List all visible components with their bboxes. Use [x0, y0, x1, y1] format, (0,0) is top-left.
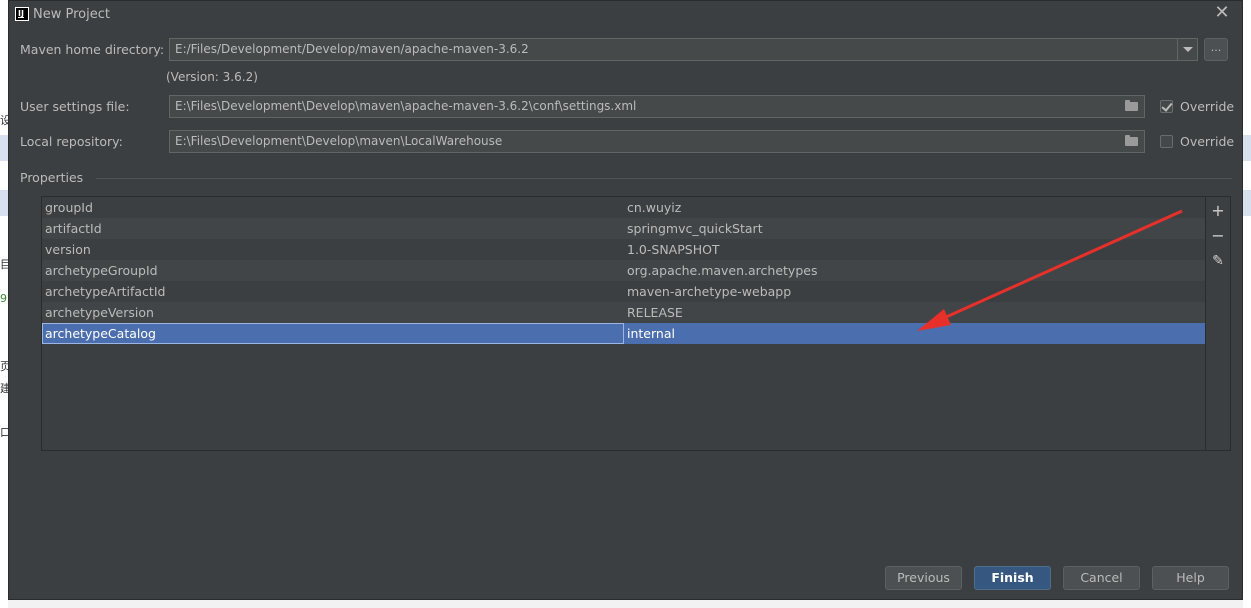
local-repository-override-checkbox[interactable]	[1160, 135, 1173, 148]
local-repository-label: Local repository:	[20, 134, 123, 149]
property-key[interactable]: archetypeCatalog	[45, 323, 156, 344]
table-row[interactable]: archetypeVersion RELEASE	[42, 302, 1205, 323]
property-value[interactable]: internal	[627, 323, 675, 344]
folder-icon[interactable]	[1125, 135, 1138, 146]
folder-icon[interactable]	[1125, 100, 1138, 111]
edit-icon[interactable]: ✎	[1210, 253, 1226, 269]
finish-button[interactable]: Finish	[974, 566, 1051, 590]
table-row[interactable]: archetypeGroupId org.apache.maven.archet…	[42, 260, 1205, 281]
background-stripe	[0, 190, 8, 216]
properties-table[interactable]: groupId cn.wuyiz artifactId springmvc_qu…	[41, 196, 1206, 451]
user-settings-override-checkbox[interactable]	[1160, 100, 1173, 113]
property-value[interactable]: org.apache.maven.archetypes	[627, 260, 817, 281]
table-row[interactable]: version 1.0-SNAPSHOT	[42, 239, 1205, 260]
title-bar[interactable]: IJ New Project ✕	[9, 1, 1242, 29]
section-divider	[96, 178, 1232, 179]
background-app-left-edge: 设 目 9 页 建 口	[0, 0, 11, 608]
user-settings-override-label[interactable]: Override	[1180, 99, 1234, 114]
property-key[interactable]: archetypeArtifactId	[45, 281, 165, 302]
table-row[interactable]: archetypeArtifactId maven-archetype-weba…	[42, 281, 1205, 302]
property-value[interactable]: 1.0-SNAPSHOT	[627, 239, 720, 260]
property-key[interactable]: archetypeVersion	[45, 302, 154, 323]
user-settings-field[interactable]: E:\Files\Development\Develop\maven\apach…	[169, 95, 1145, 118]
remove-icon[interactable]: −	[1210, 228, 1226, 244]
local-repository-override-label[interactable]: Override	[1180, 134, 1234, 149]
background-stripe	[1243, 135, 1251, 161]
maven-version-text: (Version: 3.6.2)	[166, 70, 258, 84]
chevron-down-icon[interactable]	[1177, 39, 1197, 60]
maven-home-value: E:/Files/Development/Develop/maven/apach…	[175, 42, 529, 56]
dialog-title: New Project	[33, 7, 110, 22]
background-stripe	[0, 135, 8, 161]
table-row-selected[interactable]: archetypeCatalog internal	[42, 323, 1205, 344]
local-repository-field[interactable]: E:\Files\Development\Develop\maven\Local…	[169, 130, 1145, 153]
background-stripe	[1243, 190, 1251, 216]
property-key[interactable]: version	[45, 239, 91, 260]
help-button[interactable]: Help	[1152, 566, 1229, 590]
property-key[interactable]: groupId	[45, 197, 93, 218]
property-key[interactable]: archetypeGroupId	[45, 260, 158, 281]
property-value[interactable]: RELEASE	[627, 302, 683, 323]
background-app-right-edge	[1243, 0, 1251, 608]
table-row[interactable]: groupId cn.wuyiz	[42, 197, 1205, 218]
properties-toolbar: + − ✎	[1206, 196, 1231, 451]
user-settings-label: User settings file:	[20, 99, 130, 114]
property-key[interactable]: artifactId	[45, 218, 102, 239]
previous-button[interactable]: Previous	[885, 566, 962, 590]
new-project-dialog: IJ New Project ✕ Maven home directory: E…	[8, 0, 1243, 600]
cancel-button[interactable]: Cancel	[1063, 566, 1140, 590]
background-text: 9	[0, 292, 7, 305]
maven-home-combobox[interactable]: E:/Files/Development/Develop/maven/apach…	[169, 38, 1198, 61]
property-value[interactable]: springmvc_quickStart	[627, 218, 763, 239]
user-settings-value: E:\Files\Development\Develop\maven\apach…	[175, 99, 637, 113]
property-value[interactable]: maven-archetype-webapp	[627, 281, 791, 302]
properties-section-label: Properties	[20, 170, 84, 185]
close-icon[interactable]: ✕	[1214, 4, 1230, 22]
table-row[interactable]: artifactId springmvc_quickStart	[42, 218, 1205, 239]
add-icon[interactable]: +	[1210, 203, 1226, 219]
intellij-logo-icon: IJ	[15, 7, 29, 21]
maven-home-label: Maven home directory:	[20, 42, 165, 57]
browse-maven-home-button[interactable]: ...	[1204, 38, 1228, 61]
property-value[interactable]: cn.wuyiz	[627, 197, 681, 218]
local-repository-value: E:\Files\Development\Develop\maven\Local…	[175, 134, 503, 148]
